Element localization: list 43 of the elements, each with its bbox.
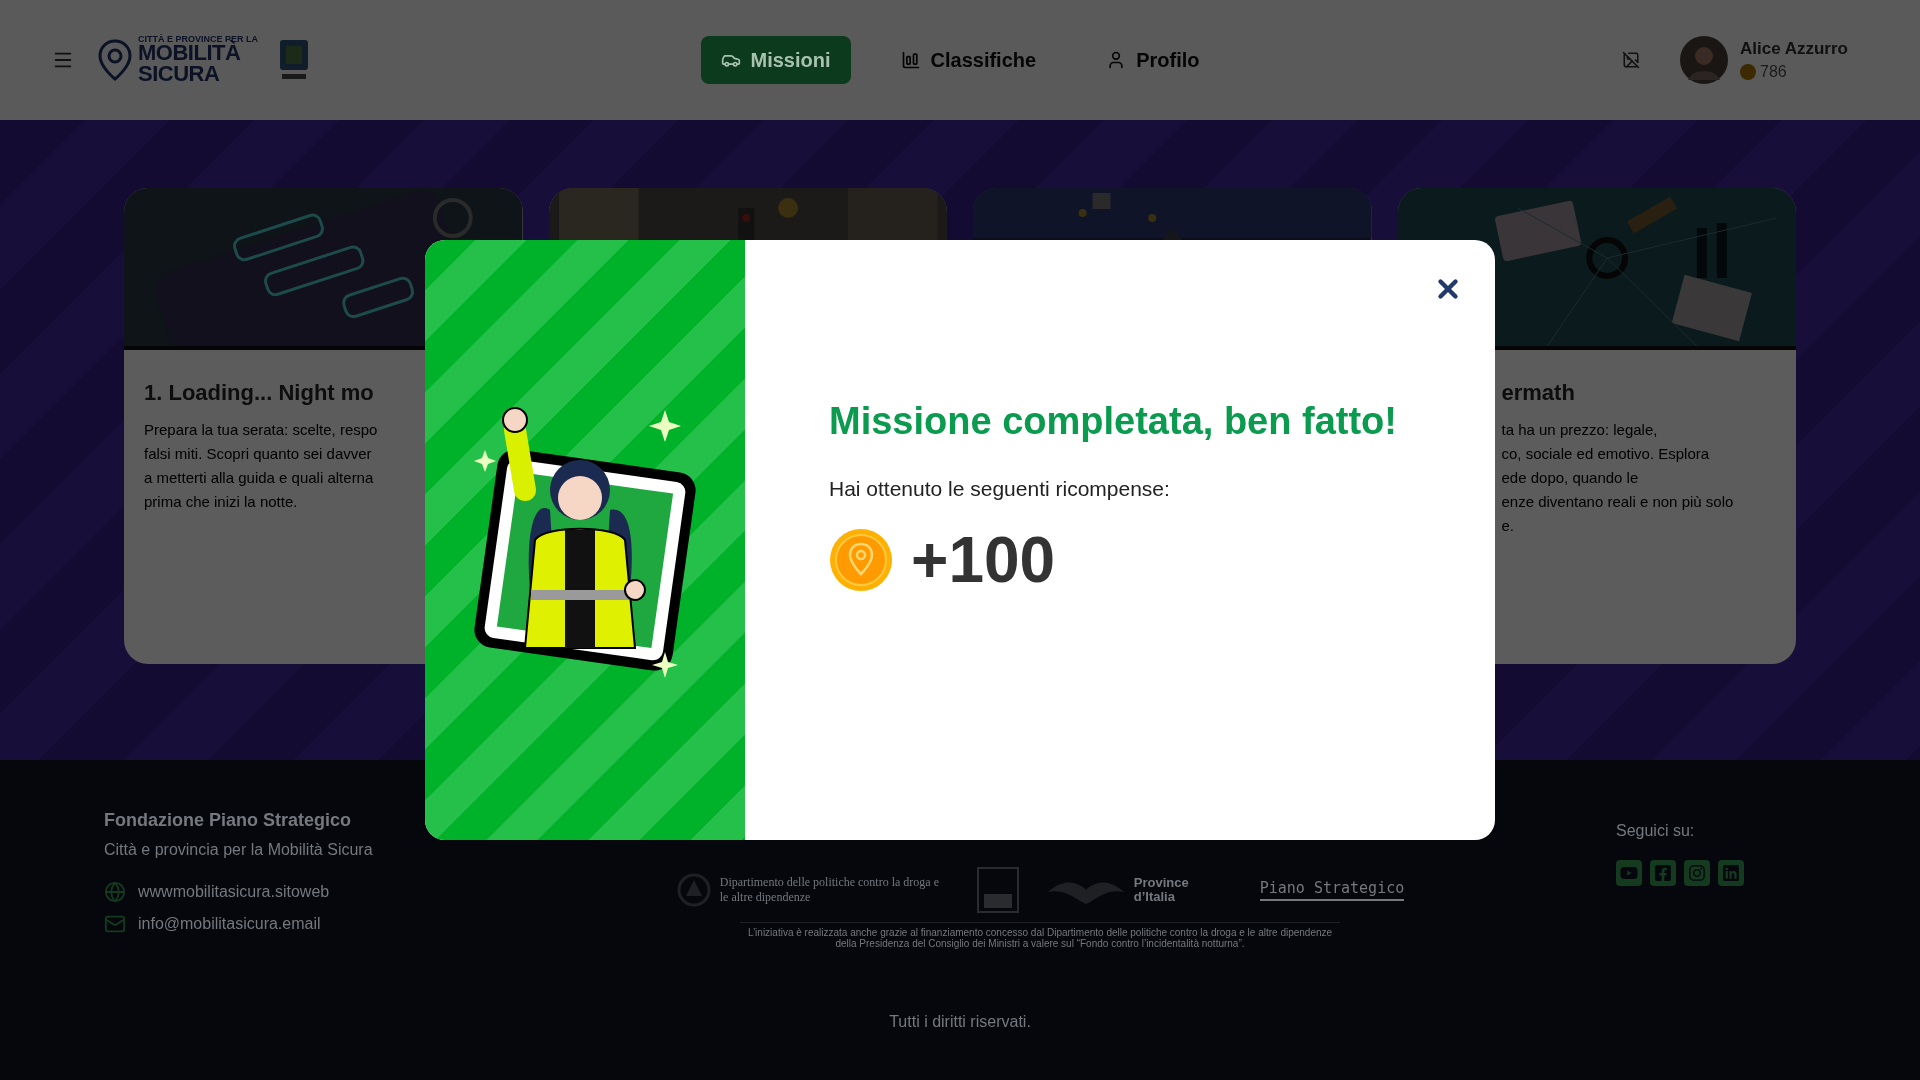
nav-tab[interactable]: Profilo — [1086, 36, 1220, 84]
copyright: Tutti i diritti riservati. — [888, 1013, 1032, 1031]
social-button[interactable] — [1718, 860, 1744, 886]
coin-count: 786 — [1760, 63, 1787, 81]
partner-text: Dipartimento delle politiche contro la droga e le altre dipendenze — [719, 875, 940, 905]
partner-text: Province d’Italia — [1133, 876, 1190, 904]
globe-icon — [104, 881, 126, 903]
funding-note: L’iniziativa è realizzata anche grazie al finanziamento concesso dal Dipartimento delle politiche contro la droga e le altre dipendenze della Presidenza del Consiglio dei Ministri a valere sul “Fondo contro l’incidentalità notturna”. — [740, 922, 1340, 949]
social-button[interactable] — [1650, 860, 1676, 886]
bar-chart-icon — [900, 50, 921, 70]
avatar[interactable] — [1680, 36, 1728, 84]
email-link[interactable]: info@mobilitasicura.email — [104, 913, 524, 935]
website-link[interactable]: wwwmobilitasicura.sitoweb — [104, 881, 524, 903]
youtube-icon — [1620, 864, 1638, 882]
linkedin-icon — [1722, 864, 1740, 882]
nav-tab[interactable]: Classifiche — [880, 36, 1057, 84]
coin-icon — [1740, 64, 1756, 80]
social-button[interactable] — [1684, 860, 1710, 886]
mission-description: Prepara la tua serata: scelte, respo falsi miti. Scopri quanto sei davver a metterti alla guida e quali alterna prima che inizi la notte. — [144, 420, 379, 512]
partner-text: Piano Strategico — [1259, 879, 1405, 901]
mission-title: 1. Loading... Night mo — [144, 380, 375, 406]
logo-text: CITTÀ E PROVINCE PER LA — [138, 34, 258, 44]
follow-label: Seguici su: — [1616, 822, 1696, 840]
dialog-subtitle: Hai ottenuto le seguenti ricompense: — [829, 477, 1171, 501]
dialog-title: Missione completata, ben fatto! — [829, 400, 1398, 443]
partner-logo-icon — [975, 866, 1020, 914]
emblem-icon — [675, 872, 712, 908]
crest-icon — [278, 38, 310, 82]
social-button[interactable] — [1616, 860, 1642, 886]
nav-tab[interactable]: Missioni — [700, 36, 851, 84]
location-pin-icon — [98, 39, 132, 81]
mission-description: ta ha un prezzo: legale, co, sociale ed emotivo. Esplora ede dopo, quando le enze diventano reali e non più solo e. — [1501, 420, 1735, 536]
footer-org-name: Fondazione Piano Strategico — [104, 810, 353, 831]
instagram-icon — [1688, 864, 1706, 882]
footer-tagline: Città e provincia per la Mobilità Sicura — [104, 841, 374, 859]
coin-icon — [829, 528, 893, 592]
mail-icon — [104, 913, 126, 935]
mission-title: ermath — [1501, 380, 1576, 406]
user-name: Alice Azzurro — [1740, 39, 1848, 59]
logo-text: SICURA — [138, 64, 221, 86]
broken-image-icon — [1622, 51, 1640, 69]
reward-amount: +100 — [911, 523, 1056, 597]
facebook-icon — [1654, 864, 1672, 882]
